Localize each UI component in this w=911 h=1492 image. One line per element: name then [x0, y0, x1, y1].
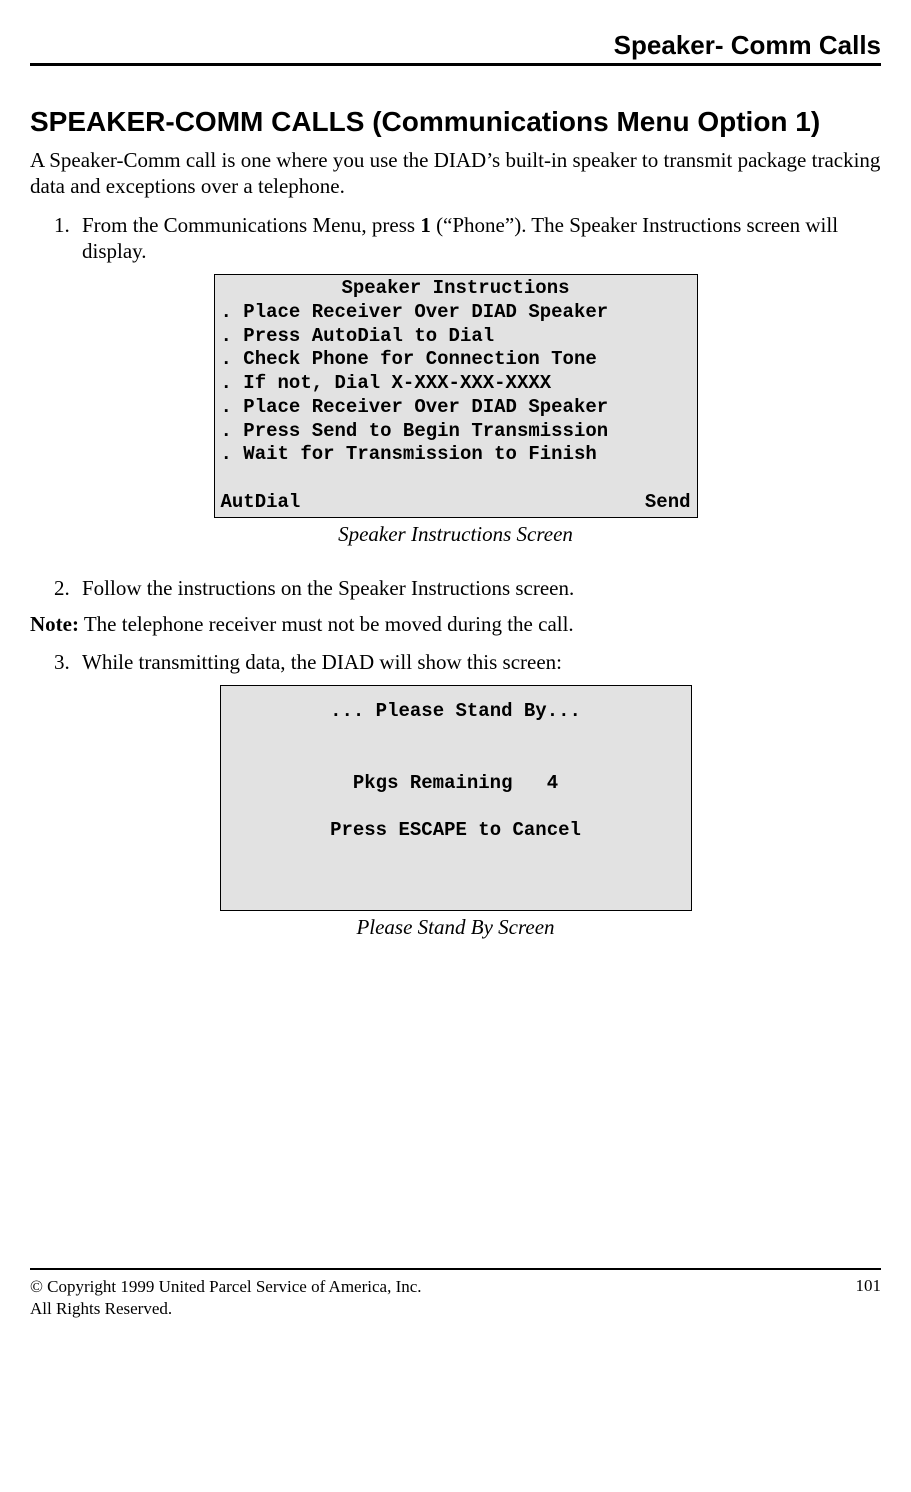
screen2-pkgs-label: Pkgs Remaining — [353, 772, 513, 794]
step-1-key: 1 — [420, 213, 431, 237]
step-2-number: 2. — [54, 575, 82, 601]
screen1-line: . Place Receiver Over DIAD Speaker — [221, 396, 691, 420]
screen1-line: . Wait for Transmission to Finish — [221, 443, 691, 467]
screen2-pkgs-value: 4 — [547, 772, 558, 794]
screen1-send-label: Send — [645, 491, 691, 515]
page-header-title: Speaker- Comm Calls — [30, 30, 881, 61]
footer-rule — [30, 1268, 881, 1270]
screen1-title: Speaker Instructions — [221, 277, 691, 301]
screen1-line: . Press Send to Begin Transmission — [221, 420, 691, 444]
section-heading: SPEAKER-COMM CALLS (Communications Menu … — [30, 104, 881, 139]
step-1: 1.From the Communications Menu, press 1 … — [30, 212, 881, 265]
screen1-autdial-label: AutDial — [221, 491, 301, 515]
screen2-cancel: Press ESCAPE to Cancel — [221, 819, 691, 843]
step-1-text-pre: From the Communications Menu, press — [82, 213, 420, 237]
step-1-number: 1. — [54, 212, 82, 238]
footer-copyright: © Copyright 1999 United Parcel Service o… — [30, 1276, 422, 1298]
step-3: 3.While transmitting data, the DIAD will… — [30, 649, 881, 675]
step-3-number: 3. — [54, 649, 82, 675]
screen1-caption: Speaker Instructions Screen — [30, 522, 881, 547]
screen2-pkgs-line: Pkgs Remaining 4 — [221, 772, 691, 796]
note-label: Note: — [30, 612, 79, 636]
step-2: 2.Follow the instructions on the Speaker… — [30, 575, 881, 601]
intro-paragraph: A Speaker-Comm call is one where you use… — [30, 147, 881, 200]
stand-by-screen: ... Please Stand By... Pkgs Remaining 4 … — [220, 685, 692, 911]
screen1-line: . Check Phone for Connection Tone — [221, 348, 691, 372]
note-paragraph: Note: The telephone receiver must not be… — [30, 611, 881, 637]
footer-page-number: 101 — [856, 1276, 882, 1320]
screen1-line: . Place Receiver Over DIAD Speaker — [221, 301, 691, 325]
step-3-text: While transmitting data, the DIAD will s… — [82, 650, 562, 674]
screen2-caption: Please Stand By Screen — [30, 915, 881, 940]
note-text: The telephone receiver must not be moved… — [79, 612, 574, 636]
speaker-instructions-screen: Speaker Instructions . Place Receiver Ov… — [214, 274, 698, 518]
step-2-text: Follow the instructions on the Speaker I… — [82, 576, 574, 600]
screen1-line: . Press AutoDial to Dial — [221, 325, 691, 349]
footer-rights: All Rights Reserved. — [30, 1298, 422, 1320]
screen2-standby: ... Please Stand By... — [221, 700, 691, 724]
page-footer: © Copyright 1999 United Parcel Service o… — [30, 1276, 881, 1320]
screen1-line: . If not, Dial X-XXX-XXX-XXXX — [221, 372, 691, 396]
header-rule — [30, 63, 881, 66]
